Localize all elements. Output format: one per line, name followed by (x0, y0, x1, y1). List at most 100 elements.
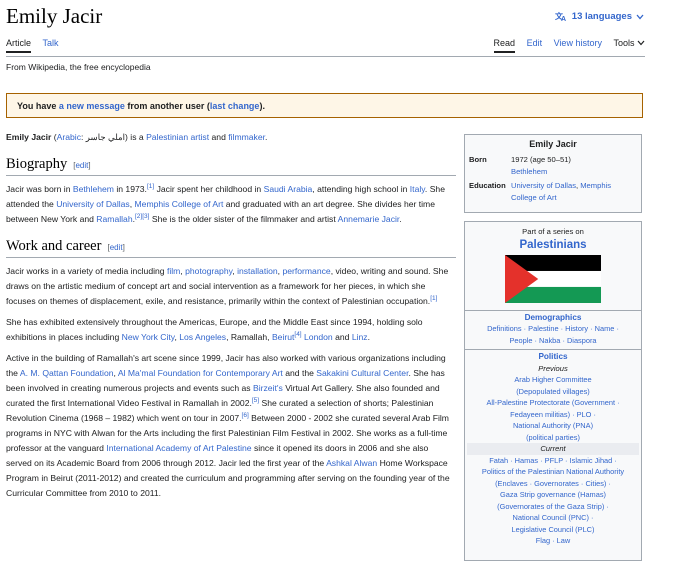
saudi-arabia-link[interactable]: Saudi Arabia (264, 184, 313, 194)
notice-text: ). (259, 101, 265, 111)
intro-paragraph: Emily Jacir (Arabic: املي جاسر) is a Pal… (6, 132, 268, 142)
page-tabs: Article Talk Read Edit View history Tool… (6, 38, 645, 55)
svg-text:A: A (561, 16, 566, 22)
infobox-title: Emily Jacir (529, 139, 577, 149)
tab-article[interactable]: Article (6, 38, 32, 53)
nav-section-politics: Politics Previous Arab Higher Committee … (465, 349, 641, 550)
tabs-divider (6, 56, 645, 57)
university-of-dallas-link[interactable]: University of Dallas (56, 199, 130, 209)
infobox-value: 1972 (age 50–51) Bethlehem (511, 155, 571, 176)
series-sidebar: Part of a series on Palestinians Demogra… (464, 221, 642, 561)
nav-links[interactable]: National Council (PNC) · (467, 512, 639, 524)
bethlehem-link[interactable]: Bethlehem (511, 167, 547, 176)
international-academy-link[interactable]: International Academy of Art Palestine (106, 443, 251, 453)
new-york-city-link[interactable]: New York City (122, 332, 175, 342)
nav-links[interactable]: (political parties) (467, 432, 639, 444)
reference[interactable]: [2][3] (135, 213, 149, 220)
section-heading-biography: Biography [edit] (6, 157, 456, 176)
nav-subheading: Previous (538, 363, 568, 373)
language-count: 13 languages (571, 11, 632, 22)
work-paragraph: Active in the building of Ramallah's art… (6, 353, 450, 498)
reference[interactable]: [4] (294, 331, 301, 338)
infobox-row-born: Born 1972 (age 50–51) Bethlehem (469, 154, 637, 178)
qattan-foundation-link[interactable]: A. M. Qattan Foundation (20, 368, 114, 378)
nav-links[interactable]: (Depopulated villages) (467, 386, 639, 398)
series-title-link[interactable]: Palestinians (465, 238, 641, 252)
tools-label: Tools (613, 38, 635, 48)
memphis-college-link[interactable]: Memphis College of Art (135, 199, 224, 209)
new-message-notice: You have a new message from another user… (6, 93, 643, 118)
nav-heading[interactable]: Politics (467, 351, 639, 363)
tools-menu[interactable]: Tools (613, 38, 645, 51)
nav-subheading: Current (467, 443, 639, 455)
nav-links[interactable]: National Authority (PNA) (467, 420, 639, 432)
london-link[interactable]: London (304, 332, 333, 342)
nav-heading[interactable]: Demographics (467, 312, 639, 324)
ashkal-alwan-link[interactable]: Ashkal Alwan (326, 458, 377, 468)
beirut-link[interactable]: Beirut (272, 332, 294, 342)
arabic-link[interactable]: Arabic (57, 132, 81, 142)
chevron-down-icon (637, 38, 645, 48)
infobox: Emily Jacir Born 1972 (age 50–51) Bethleh… (464, 134, 642, 213)
tab-edit[interactable]: Edit (527, 38, 543, 51)
sakakini-center-link[interactable]: Sakakini Cultural Center (316, 368, 408, 378)
edit-section-link[interactable]: edit (110, 243, 123, 252)
installation-link[interactable]: installation (237, 266, 278, 276)
subject-name: Emily Jacir (6, 132, 52, 142)
translate-icon: 文A (555, 11, 568, 22)
series-caption: Part of a series on (522, 227, 584, 236)
nav-links[interactable]: Legislative Council (PLC) (467, 524, 639, 536)
infobox-value: University of Dallas, Memphis College of… (511, 181, 612, 202)
chevron-down-icon (636, 14, 644, 20)
edit-section-link[interactable]: edit (75, 161, 88, 170)
reference[interactable]: [6] (242, 412, 249, 419)
language-selector[interactable]: 文A 13 languages (555, 11, 644, 22)
bethlehem-link[interactable]: Bethlehem (73, 184, 114, 194)
biography-paragraph: Jacir was born in Bethlehem in 1973.[1] … (6, 183, 445, 224)
filmmaker-link[interactable]: filmmaker (228, 132, 265, 142)
nav-links[interactable]: All-Palestine Protectorate (Government · (467, 397, 639, 409)
work-paragraph: She has exhibited extensively throughout… (6, 317, 423, 342)
infobox-row-education: Education University of Dallas, Memphis … (469, 180, 637, 204)
nav-links[interactable]: Flag · Law (467, 535, 639, 547)
ramallah-link[interactable]: Ramallah (96, 214, 132, 224)
linz-link[interactable]: Linz (352, 332, 368, 342)
nav-links[interactable]: People · Nakba · Diaspora (467, 335, 639, 347)
nav-section-demographics: Demographics Definitions · Palestine · H… (465, 309, 641, 350)
palestine-flag-image[interactable] (501, 254, 605, 303)
infobox-label: Education (469, 181, 506, 190)
article-body: Emily Jacir (Arabic: املي جاسر) is a Pal… (6, 130, 456, 507)
birzeit-link[interactable]: Birzeit's (253, 383, 283, 393)
nav-links[interactable]: Fedayeen militias) · PLO · (467, 409, 639, 421)
nav-links[interactable]: (Enclaves · Governorates · Cities) · (467, 478, 639, 490)
italy-link[interactable]: Italy (410, 184, 425, 194)
nav-links[interactable]: Politics of the Palestinian National Aut… (467, 466, 639, 478)
tab-read[interactable]: Read (493, 38, 516, 53)
university-of-dallas-link[interactable]: University of Dallas (511, 181, 576, 190)
nav-links[interactable]: (Governorates of the Gaza Strip) · (467, 501, 639, 513)
film-link[interactable]: film (167, 266, 180, 276)
nav-links[interactable]: Definitions · Palestine · History · Name… (467, 323, 639, 335)
tab-talk[interactable]: Talk (43, 38, 59, 51)
site-subtitle: From Wikipedia, the free encyclopedia (6, 62, 151, 72)
reference[interactable]: [1] (430, 295, 437, 302)
tab-view-history[interactable]: View history (554, 38, 602, 51)
palestinian-artist-link[interactable]: Palestinian artist (146, 132, 209, 142)
nav-links[interactable]: Arab Higher Committee (467, 374, 639, 386)
photography-link[interactable]: photography (185, 266, 232, 276)
notice-text: from another user ( (124, 101, 210, 111)
los-angeles-link[interactable]: Los Angeles (179, 332, 226, 342)
reference[interactable]: [5] (252, 397, 259, 404)
work-paragraph: Jacir works in a variety of media includ… (6, 266, 449, 306)
annemarie-jacir-link[interactable]: Annemarie Jacir (338, 214, 400, 224)
section-heading-work: Work and career [edit] (6, 239, 456, 258)
new-message-link[interactable]: a new message (59, 101, 125, 111)
infobox-label: Born (469, 155, 487, 164)
page-title: Emily Jacir (6, 4, 103, 28)
performance-link[interactable]: performance (282, 266, 330, 276)
almamal-foundation-link[interactable]: Al Ma'mal Foundation for Contemporary Ar… (118, 368, 283, 378)
nav-links[interactable]: Fatah · Hamas · PFLP · Islamic Jihad · (467, 455, 639, 467)
notice-text: You have (17, 101, 59, 111)
nav-links[interactable]: Gaza Strip governance (Hamas) (467, 489, 639, 501)
last-change-link[interactable]: last change (210, 101, 260, 111)
